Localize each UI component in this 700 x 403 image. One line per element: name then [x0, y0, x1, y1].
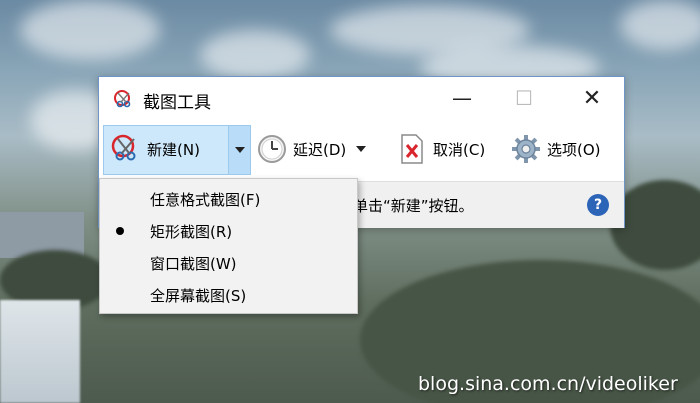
- selected-bullet-icon: [116, 227, 124, 235]
- title-bar: 截图工具 — ☐ ✕: [99, 77, 624, 119]
- cancel-button[interactable]: 取消(C): [395, 129, 485, 169]
- options-button-label: 选项(O): [547, 140, 601, 159]
- minimize-button[interactable]: —: [439, 83, 485, 113]
- new-button-label: 新建(N): [147, 140, 200, 159]
- options-button[interactable]: 选项(O): [509, 129, 601, 169]
- snip-mode-menu: 任意格式截图(F) 矩形截图(R) 窗口截图(W) 全屏幕截图(S): [99, 178, 358, 314]
- toolbar: 新建(N) 延迟(D) 取消(C) 选项(O): [99, 119, 624, 181]
- menu-item-window-snip[interactable]: 窗口截图(W): [100, 247, 357, 279]
- window-title: 截图工具: [143, 93, 211, 113]
- gear-icon: [509, 132, 543, 166]
- menu-item-label: 任意格式截图(F): [150, 190, 261, 209]
- menu-item-label: 矩形截图(R): [150, 222, 233, 241]
- clock-icon: [255, 132, 289, 166]
- cancel-button-label: 取消(C): [433, 140, 486, 159]
- menu-item-label: 窗口截图(W): [150, 254, 237, 273]
- maximize-button[interactable]: ☐: [501, 83, 547, 113]
- status-text: 单击“新建”按钮。: [353, 197, 474, 215]
- scissors-icon: [113, 89, 135, 109]
- menu-item-full-screen-snip[interactable]: 全屏幕截图(S): [100, 279, 357, 311]
- watermark-text: blog.sina.com.cn/videoliker: [418, 373, 678, 395]
- chevron-down-icon: [356, 146, 367, 152]
- help-icon[interactable]: ?: [587, 194, 609, 216]
- delay-button[interactable]: 延迟(D): [255, 129, 367, 169]
- new-mode-dropdown-button[interactable]: [229, 126, 250, 174]
- menu-item-rectangular-snip[interactable]: 矩形截图(R): [100, 215, 357, 247]
- new-button[interactable]: 新建(N): [109, 129, 200, 169]
- cancel-document-icon: [395, 132, 429, 166]
- scissors-icon: [109, 132, 143, 166]
- delay-button-label: 延迟(D): [293, 140, 347, 159]
- chevron-down-icon: [234, 147, 245, 153]
- menu-item-label: 全屏幕截图(S): [150, 286, 247, 305]
- close-button[interactable]: ✕: [569, 83, 615, 113]
- menu-item-free-form-snip[interactable]: 任意格式截图(F): [100, 183, 357, 215]
